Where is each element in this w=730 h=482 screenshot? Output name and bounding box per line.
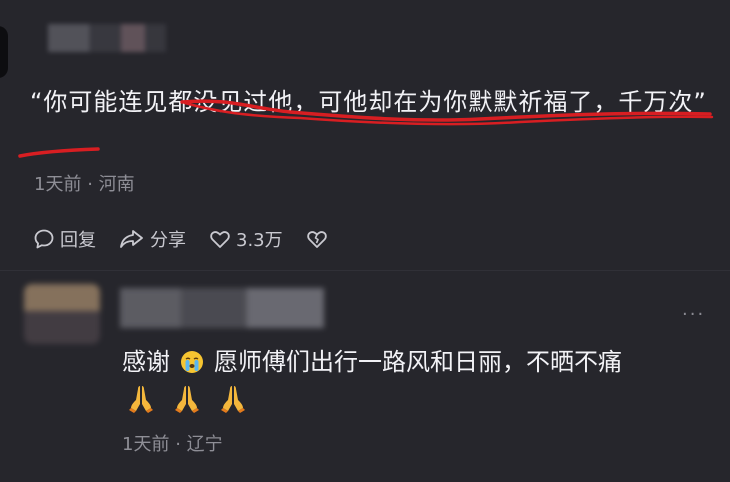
comment-text: “你可能连见都没见过他，可他却在为你默默祈福了，千万次” xyxy=(30,88,707,116)
reply-location: 辽宁 xyxy=(186,434,223,455)
comment-meta: 1天前 · 河南 xyxy=(34,170,135,196)
username-blurred[interactable] xyxy=(48,24,166,52)
pray-emoji-icon xyxy=(129,386,153,413)
pray-emoji-icon xyxy=(221,386,245,413)
reply-time: 1天前 xyxy=(122,434,170,455)
comment-time: 1天前 xyxy=(34,174,82,195)
like-count: 3.3万 xyxy=(236,230,283,251)
reply-button[interactable]: 回复 xyxy=(32,226,96,252)
reply-avatar-blurred[interactable] xyxy=(24,284,100,344)
reply-text-start: 感谢 xyxy=(122,348,170,376)
divider xyxy=(0,270,730,271)
share-button[interactable]: 分享 xyxy=(118,226,186,252)
avatar[interactable] xyxy=(0,26,8,78)
speech-bubble-icon xyxy=(34,229,54,249)
comment-location: 河南 xyxy=(98,174,135,195)
reply-label: 回复 xyxy=(60,230,96,251)
share-arrow-icon xyxy=(120,230,143,248)
reply-text: 感谢 愿师傅们出行一路风和日丽，不晒不痛 xyxy=(122,344,622,380)
reply-username-blurred[interactable] xyxy=(120,288,324,328)
heart-icon xyxy=(210,231,230,248)
like-button[interactable]: 3.3万 xyxy=(208,226,283,252)
meta-separator: · xyxy=(87,174,93,195)
reply-text-end: 愿师傅们出行一路风和日丽，不晒不痛 xyxy=(214,348,622,376)
broken-heart-icon xyxy=(306,231,327,248)
dislike-button[interactable] xyxy=(305,227,333,251)
share-label: 分享 xyxy=(150,230,186,251)
comment-actions: 回复 分享 3.3万 xyxy=(32,226,355,252)
reply-meta: 1天前 · 辽宁 xyxy=(122,430,223,456)
emoji-row xyxy=(128,384,266,414)
pray-emoji-icon xyxy=(175,386,199,413)
more-options-button[interactable]: ··· xyxy=(682,304,705,325)
meta-separator: · xyxy=(175,434,181,455)
crying-face-emoji xyxy=(181,351,203,373)
